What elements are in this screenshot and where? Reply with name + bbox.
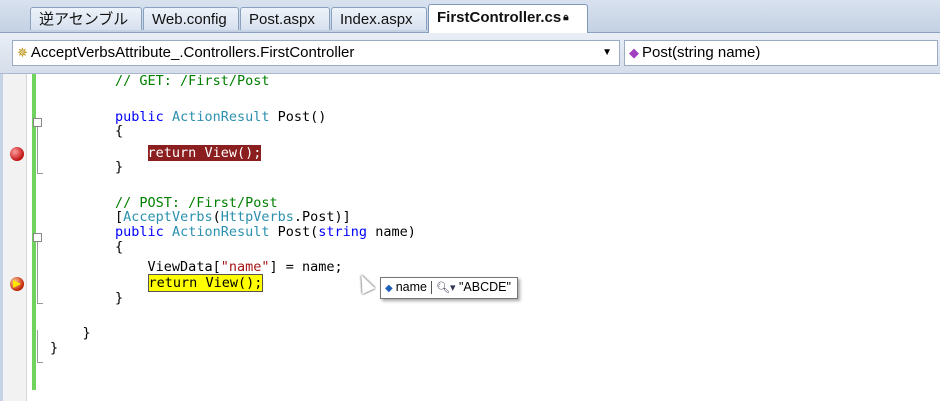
code-line: } [82,325,91,341]
outline-guide [37,122,38,173]
code-line: } [115,290,124,306]
code-line: return View(); [50,274,264,292]
tab-web-config[interactable]: Web.config [143,7,239,30]
class-icon: ✵ [17,45,28,60]
magnifier-icon[interactable]: 🔍︎▾ [436,282,456,294]
margin-edge [0,74,3,401]
code-line: { [115,123,124,139]
code-editor[interactable]: // GET: /First/Post public ActionResult … [0,74,940,401]
member-combo[interactable]: ◆ Post(string name) [624,40,938,66]
member-combo-value: Post(string name) [642,44,761,61]
method-icon: ◆ [629,45,639,60]
indicator-margin[interactable] [0,74,27,401]
outline-tick [37,303,43,304]
current-statement-arrow-icon[interactable] [13,280,21,288]
code-text: // GET: /First/Post public ActionResult … [50,74,416,362]
code-line: // GET: /First/Post [115,73,270,89]
data-tip-name: name [395,280,427,294]
chevron-down-icon[interactable]: ▼ [602,41,612,65]
code-line: { [115,239,124,255]
outline-guide [37,237,38,303]
tab-post-aspx[interactable]: Post.aspx [240,7,330,30]
code-line: } [50,340,59,356]
outline-guide [37,334,38,362]
outline-tick [37,173,43,174]
tab-label: Index.aspx [340,11,413,28]
type-combo-value: AcceptVerbsAttribute_.Controllers.FirstC… [30,44,355,61]
collapse-box[interactable] [33,233,42,242]
outline-tick [37,362,43,363]
current-statement-highlight: return View(); [147,274,264,292]
tab-first-controller[interactable]: FirstController.cs 🔒︎ [428,4,588,33]
tab-label: 逆アセンブル [39,11,129,28]
navigation-bar: ✵ AcceptVerbsAttribute_.Controllers.First… [0,33,940,74]
data-tip[interactable]: ◆ name 🔍︎▾ "ABCDE" [380,277,518,299]
divider [430,281,432,295]
collapse-box[interactable] [33,118,42,127]
code-line: [AcceptVerbs(HttpVerbs.Post)] [115,209,351,225]
breakpoint-highlight: return View(); [147,145,262,161]
tab-index-aspx[interactable]: Index.aspx [331,7,427,30]
mouse-pointer-icon [354,271,376,295]
type-combo[interactable]: ✵ AcceptVerbsAttribute_.Controllers.First… [12,40,620,66]
code-line: ViewData["name"] = name; [147,259,343,275]
field-icon: ◆ [385,283,393,294]
tab-label: FirstController.cs [437,9,562,26]
tab-disassembly[interactable]: 逆アセンブル [30,7,142,30]
breakpoint-icon[interactable] [10,147,24,161]
code-line: } [115,159,124,175]
lock-icon: 🔒︎ [563,12,569,23]
tab-label: Post.aspx [249,11,315,28]
document-tab-bar: 逆アセンブル Web.config Post.aspx Index.aspx F… [0,0,940,33]
data-tip-value[interactable]: "ABCDE" [459,280,511,294]
tab-label: Web.config [152,11,227,28]
code-line: public ActionResult Post(string name) [115,224,416,240]
